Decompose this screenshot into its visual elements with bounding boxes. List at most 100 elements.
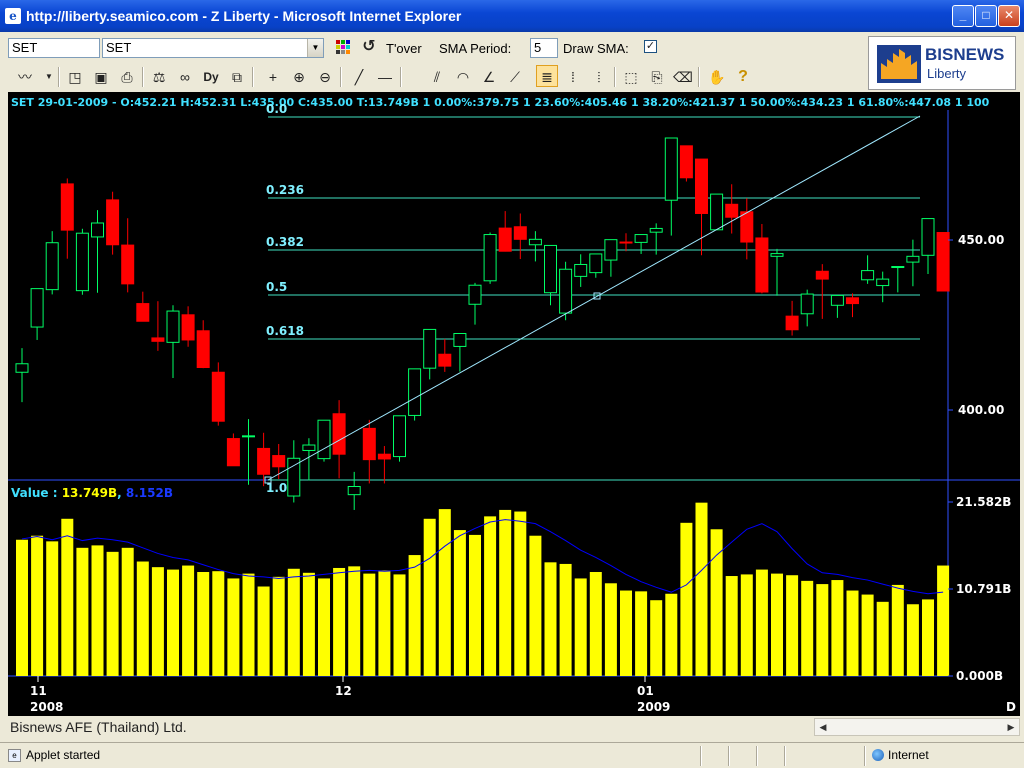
maximize-button[interactable]: □ bbox=[975, 5, 997, 27]
cycle-icon[interactable]: ⦙ bbox=[588, 66, 610, 88]
logo-sub: Liberty bbox=[927, 66, 967, 81]
volume-bar bbox=[604, 583, 617, 676]
volume-bar bbox=[167, 569, 179, 676]
candle-body bbox=[362, 427, 376, 461]
symbol-input[interactable]: SET bbox=[8, 38, 100, 58]
channel-icon[interactable]: ⫽ bbox=[426, 66, 448, 88]
candle-body bbox=[377, 453, 391, 460]
fib-label: 0.618 bbox=[266, 324, 304, 338]
color-grid-icon[interactable] bbox=[332, 36, 354, 58]
symbol-combo[interactable]: SET ▼ bbox=[102, 38, 324, 58]
volume-bar bbox=[333, 567, 346, 676]
candle-body bbox=[604, 239, 618, 261]
close-button[interactable]: ✕ bbox=[998, 5, 1020, 27]
volume-bar bbox=[227, 578, 240, 676]
delete-all-icon[interactable]: ⌫ bbox=[672, 66, 694, 88]
volume-bar bbox=[514, 511, 527, 676]
price-tick-label: 450.00 bbox=[958, 233, 1004, 247]
fib-timezone-icon[interactable]: ⁞ bbox=[562, 66, 584, 88]
volume-bar bbox=[650, 600, 663, 676]
chevron-down-icon[interactable]: ▼ bbox=[307, 39, 323, 57]
candle-body bbox=[785, 315, 799, 331]
minimize-button[interactable]: _ bbox=[952, 5, 974, 27]
candle-body bbox=[60, 183, 74, 231]
window-title: http://liberty.seamico.com - Z Liberty -… bbox=[26, 8, 462, 24]
fan-icon[interactable]: ∠ bbox=[478, 66, 500, 88]
candle-body bbox=[559, 268, 573, 314]
print-icon[interactable]: ⎙ bbox=[116, 66, 138, 88]
speed-line-icon[interactable]: ⟋ bbox=[504, 66, 526, 88]
scroll-right-icon[interactable]: ▶ bbox=[1003, 719, 1019, 735]
candle-body bbox=[710, 193, 724, 231]
link-icon[interactable]: ∞ bbox=[174, 66, 196, 88]
save-icon[interactable]: ▣ bbox=[90, 66, 112, 88]
hand-pan-icon[interactable]: ✋ bbox=[706, 66, 728, 88]
browser-status-bar: e Applet started Internet bbox=[0, 742, 1024, 768]
fib-label: 0.5 bbox=[266, 280, 287, 294]
help-icon[interactable]: ? bbox=[732, 66, 754, 88]
refresh-icon[interactable]: ↺ bbox=[358, 36, 380, 58]
volume-bar bbox=[348, 566, 361, 676]
candle-body bbox=[408, 368, 422, 416]
volume-tick-label: 10.791B bbox=[956, 582, 1011, 596]
volume-bar bbox=[16, 539, 28, 676]
price-tick-label: 400.00 bbox=[958, 403, 1004, 417]
volume-bar bbox=[786, 575, 799, 676]
candlestick-chart[interactable]: SET 29-01-2009 - O:452.21 H:452.31 L:435… bbox=[8, 92, 1020, 716]
volume-bar bbox=[831, 580, 844, 676]
candle-body bbox=[121, 244, 135, 285]
sma-period-input[interactable]: 5 bbox=[530, 38, 558, 58]
volume-bar bbox=[801, 580, 814, 676]
volume-bar bbox=[816, 584, 829, 676]
volume-bar bbox=[861, 594, 874, 676]
fib-retracement-icon[interactable]: ≣ bbox=[536, 65, 558, 87]
volume-bar bbox=[635, 591, 648, 676]
volume-bar bbox=[31, 535, 44, 676]
volume-tick-label: 21.582B bbox=[956, 495, 1011, 509]
candle-body bbox=[91, 222, 104, 238]
copy-icon[interactable]: ⎘ bbox=[646, 66, 668, 88]
company-name: Bisnews AFE (Thailand) Ltd. bbox=[10, 719, 187, 735]
price-axis: 450.00 400.00 bbox=[948, 233, 1004, 417]
volume-bar bbox=[529, 535, 542, 676]
zoom-in-icon[interactable]: ⊕ bbox=[288, 66, 310, 88]
trend-line-icon[interactable]: ╱ bbox=[348, 66, 370, 88]
ie-page-icon: e bbox=[5, 8, 21, 24]
x-axis-corner: D bbox=[1006, 700, 1016, 714]
x-tick-label: 12 bbox=[335, 684, 352, 698]
candle-body bbox=[725, 203, 739, 218]
volume-bar bbox=[846, 590, 859, 676]
candle-body bbox=[438, 353, 452, 367]
crosshair-icon[interactable]: + bbox=[262, 66, 284, 88]
candle-body bbox=[498, 227, 512, 252]
line-chart-icon[interactable]: 〰 bbox=[14, 66, 36, 88]
volume-axis: 21.582B 10.791B 0.000B bbox=[948, 495, 1011, 683]
scroll-left-icon[interactable]: ◀ bbox=[815, 719, 831, 735]
horizontal-line-icon[interactable]: — bbox=[374, 66, 396, 88]
fib-arc-icon[interactable]: ◠ bbox=[452, 66, 474, 88]
volume-bar bbox=[106, 551, 119, 676]
candle-body bbox=[272, 455, 286, 468]
horizontal-scrollbar[interactable]: ◀ ▶ bbox=[814, 718, 1020, 736]
candle-body bbox=[332, 413, 346, 455]
zoom-out-icon[interactable]: ⊖ bbox=[314, 66, 336, 88]
volume-bar bbox=[906, 604, 919, 676]
candle-layer bbox=[15, 137, 950, 510]
dy-icon[interactable]: Dy bbox=[200, 66, 222, 88]
volume-bar bbox=[121, 547, 134, 676]
popout-icon[interactable]: ⧉ bbox=[226, 66, 248, 88]
sma-period-label: SMA Period: bbox=[439, 41, 512, 56]
draw-sma-checkbox[interactable]: ✓ bbox=[644, 40, 657, 53]
bisnews-logo: BISNEWS Liberty bbox=[868, 36, 1016, 90]
candle-body bbox=[257, 447, 271, 475]
indicator-icon[interactable]: ⚖ bbox=[148, 66, 170, 88]
volume-bar bbox=[453, 530, 466, 676]
candle-body bbox=[181, 314, 195, 341]
zoom-box-icon[interactable]: ◳ bbox=[64, 66, 86, 88]
volume-bar bbox=[272, 576, 285, 676]
select-pointer-icon[interactable]: ⬚ bbox=[620, 66, 642, 88]
volume-bar bbox=[937, 565, 950, 676]
chart-area[interactable]: SET 29-01-2009 - O:452.21 H:452.31 L:435… bbox=[8, 92, 1020, 716]
volume-bar bbox=[469, 534, 481, 676]
chevron-down-icon[interactable]: ▼ bbox=[38, 66, 60, 88]
